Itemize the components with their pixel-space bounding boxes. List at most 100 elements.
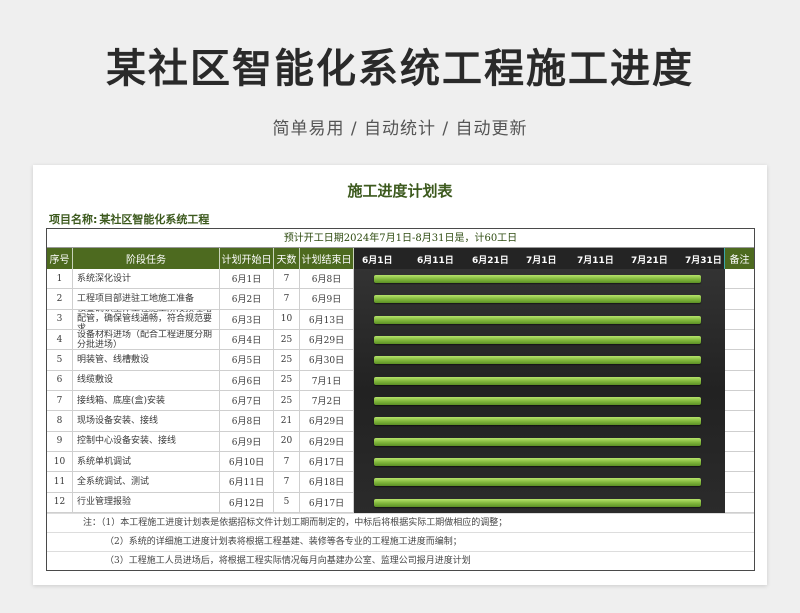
row-note	[725, 371, 754, 390]
row-task: 控制中心设备安装、接线	[73, 431, 220, 451]
row-end: 6月9日	[300, 289, 354, 309]
gantt-bar	[374, 417, 701, 426]
gantt-bar	[374, 457, 701, 466]
row-no: 12	[47, 492, 73, 512]
header-note: 备注	[729, 255, 750, 266]
row-task: 线缆敷设	[73, 370, 220, 390]
gantt-bar	[374, 376, 701, 385]
row-no: 7	[47, 390, 73, 411]
table-header: 序号 阶段任务 计划开始日 天数 计划结束日 6月1日 6月11日 6月21日 7月1…	[47, 248, 754, 269]
gantt-date-label: 7月11日	[577, 256, 614, 266]
row-end: 6月13日	[300, 309, 354, 329]
row-days: 20	[274, 431, 300, 451]
gantt-date-label: 6月11日	[417, 256, 454, 266]
row-start: 6月12日	[220, 492, 274, 512]
row-start: 6月1日	[220, 269, 274, 289]
row-days: 10	[274, 309, 300, 329]
sheet-title: 施工进度计划表	[347, 182, 453, 200]
row-no: 5	[47, 350, 73, 370]
header-days: 天数	[274, 248, 300, 269]
project-line: 项目名称: 某社区智能化系统工程	[49, 211, 209, 227]
gantt-bar	[374, 437, 701, 446]
page-title: 某社区智能化系统工程施工进度	[106, 46, 694, 92]
row-days: 25	[274, 329, 300, 350]
row-no: 4	[47, 329, 73, 350]
gantt-date-label: 6月1日	[362, 256, 393, 266]
row-note	[725, 452, 754, 471]
row-end: 6月17日	[300, 492, 354, 512]
note-2: （2）系统的详细施工进度计划表将根据工程基建、装修等各专业的工程施工进度而编制；	[47, 531, 754, 551]
row-start: 6月10日	[220, 451, 274, 472]
row-note	[725, 391, 754, 410]
row-note	[725, 330, 754, 349]
notes: 注：（1）本工程施工进度计划表是依据招标文件计划工期而制定的，中标后将根据实际工…	[47, 512, 754, 570]
row-days: 7	[274, 451, 300, 472]
row-no: 8	[47, 411, 73, 431]
page-subtitle: 简单易用 / 自动统计 / 自动更新	[272, 119, 528, 139]
row-days: 25	[274, 370, 300, 390]
row-no: 3	[47, 309, 73, 329]
gantt-bar	[374, 315, 701, 324]
row-start: 6月4日	[220, 329, 274, 350]
gantt-bar	[374, 335, 701, 344]
row-task: 核查确认主体工程施工阶段预埋暗配管，确保管线通畅，符合规范要求	[73, 309, 220, 329]
row-start: 6月3日	[220, 309, 274, 329]
row-days: 25	[274, 390, 300, 411]
row-days: 21	[274, 411, 300, 431]
header-end: 计划结束日	[300, 248, 354, 269]
row-task: 工程项目部进驻工地施工准备	[73, 289, 220, 309]
row-no: 9	[47, 431, 73, 451]
gantt-chart-area	[354, 269, 725, 513]
row-end: 6月29日	[300, 431, 354, 451]
gantt-bar	[374, 356, 701, 365]
row-note	[725, 432, 754, 451]
row-task: 全系统调试、测试	[73, 472, 220, 492]
row-start: 6月2日	[220, 289, 274, 309]
row-note	[725, 269, 754, 288]
table-body: 1 系统深化设计 6月1日 7 6月8日 2 工程项目部进驻工地施工准备 6月2日 7 6月9日 3…	[47, 269, 754, 513]
row-no: 10	[47, 451, 73, 472]
gantt-bar	[374, 498, 701, 507]
note-3: （3）工程施工人员进场后，将根据工程实际情况每月向基建办公室、监理公司报月进度计…	[47, 550, 754, 570]
header-gantt-dates: 6月1日 6月11日 6月21日 7月1日 7月11日 7月21日 7月31日	[354, 248, 725, 269]
header-task: 阶段任务	[73, 248, 220, 269]
row-task: 系统深化设计	[73, 269, 220, 289]
row-days: 5	[274, 492, 300, 512]
project-label: 项目名称:	[49, 213, 98, 226]
row-note	[725, 411, 754, 430]
row-days: 7	[274, 269, 300, 289]
header-start: 计划开始日	[220, 248, 274, 269]
schedule-table: 预计开工日期2024年7月1日-8月31日是，计60工日 序号 阶段任务 计划开…	[46, 228, 755, 571]
gantt-date-label: 7月31日	[685, 256, 722, 266]
row-end: 6月18日	[300, 472, 354, 492]
row-no: 2	[47, 289, 73, 309]
note-1: 注：（1）本工程施工进度计划表是依据招标文件计划工期而制定的，中标后将根据实际工…	[47, 512, 754, 532]
gantt-date-label: 7月1日	[526, 256, 557, 266]
row-task: 设备材料进场（配合工程进度分期分批进场）	[73, 329, 220, 350]
row-end: 6月29日	[300, 329, 354, 350]
gantt-date-label: 7月21日	[631, 256, 668, 266]
row-end: 7月1日	[300, 370, 354, 390]
header-no: 序号	[47, 248, 73, 269]
row-end: 6月17日	[300, 451, 354, 472]
row-no: 1	[47, 269, 73, 289]
project-name: 某社区智能化系统工程	[99, 213, 210, 226]
row-end: 7月2日	[300, 390, 354, 411]
row-note	[725, 350, 754, 369]
gantt-bar	[374, 478, 701, 487]
row-note	[725, 472, 754, 491]
row-start: 6月6日	[220, 370, 274, 390]
row-task: 现场设备安装、接线	[73, 411, 220, 431]
row-note	[725, 493, 754, 512]
row-end: 6月8日	[300, 269, 354, 289]
schedule-banner: 预计开工日期2024年7月1日-8月31日是，计60工日	[47, 229, 754, 248]
row-start: 6月9日	[220, 431, 274, 451]
row-start: 6月5日	[220, 350, 274, 370]
row-no: 6	[47, 370, 73, 390]
row-note	[725, 310, 754, 329]
row-days: 7	[274, 289, 300, 309]
gantt-bar	[374, 396, 701, 405]
row-days: 25	[274, 350, 300, 370]
row-start: 6月11日	[220, 472, 274, 492]
row-task: 明装管、线槽敷设	[73, 350, 220, 370]
